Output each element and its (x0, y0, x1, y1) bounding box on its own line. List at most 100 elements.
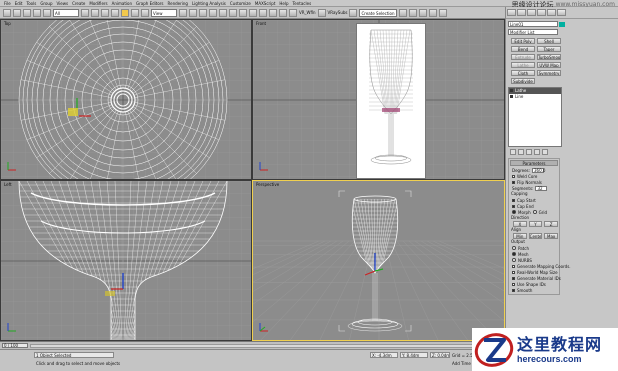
modifier-list-dropdown[interactable]: Modifier List (508, 29, 558, 35)
remove-modifier-icon[interactable] (534, 149, 540, 155)
time-slider-frame[interactable]: 0 / 100 (2, 343, 28, 348)
cap-end-checkbox[interactable] (512, 204, 515, 208)
stack-item-line[interactable]: Line (509, 94, 561, 100)
mesh-radio[interactable] (512, 252, 516, 256)
real-world-checkbox[interactable] (512, 270, 515, 274)
create-tab-icon[interactable] (507, 9, 516, 16)
grid-radio[interactable] (532, 210, 537, 214)
parameters-header[interactable]: Parameters (510, 160, 558, 166)
menu-group[interactable]: Group (40, 1, 52, 6)
cloth-button[interactable]: Cloth (511, 70, 535, 76)
rect-region-icon[interactable] (101, 8, 109, 17)
configure-sets-icon[interactable] (542, 149, 548, 155)
time-slider-track[interactable] (30, 344, 500, 348)
menu-tentacles[interactable]: Tentacles (293, 1, 312, 6)
move-icon[interactable] (121, 8, 129, 17)
x-coordinate-field[interactable]: X: -4.3dm (370, 352, 398, 358)
manipulate-icon[interactable] (189, 8, 197, 17)
real-world-row[interactable]: Real-World Map Size (510, 269, 558, 275)
unlink-icon[interactable] (33, 8, 41, 17)
use-shape-ids-checkbox[interactable] (512, 282, 515, 286)
uvw-map-button[interactable]: UVW Map (537, 62, 561, 68)
select-by-name-icon[interactable] (91, 8, 99, 17)
symmetry-button[interactable]: Symmetry (537, 70, 561, 76)
keyboard-shortcut-icon[interactable] (199, 8, 207, 17)
align-icon[interactable] (269, 8, 277, 17)
extrude-button[interactable]: Extrude (511, 54, 535, 60)
scale-icon[interactable] (141, 8, 149, 17)
turbosmooth-button[interactable]: TurboSmooth (537, 54, 561, 60)
menu-maxscript[interactable]: MAXScript (255, 1, 276, 6)
spinner-snap-icon[interactable] (239, 8, 247, 17)
percent-snap-icon[interactable] (229, 8, 237, 17)
menu-views[interactable]: Views (57, 1, 69, 6)
angle-snap-icon[interactable] (219, 8, 227, 17)
link-icon[interactable] (23, 8, 31, 17)
mirror-icon[interactable] (259, 8, 267, 17)
smooth-row[interactable]: Smooth (510, 287, 558, 293)
subdivide-button[interactable]: Subdivide (511, 78, 535, 84)
object-name-field[interactable]: Line01 (508, 21, 565, 27)
viewport-label-top[interactable]: Top (4, 21, 11, 26)
display-tab-icon[interactable] (547, 9, 556, 16)
menu-tools[interactable]: Tools (26, 1, 36, 6)
viewport-label-front[interactable]: Front (256, 21, 266, 26)
curve-editor-icon[interactable] (289, 8, 297, 17)
modify-tab-icon[interactable] (517, 9, 526, 16)
shell-button[interactable]: Shell (537, 38, 561, 44)
window-crossing-icon[interactable] (111, 8, 119, 17)
direction-y-button[interactable]: Y (528, 221, 543, 227)
pin-stack-icon[interactable] (510, 149, 516, 155)
align-max-button[interactable]: Max (544, 233, 559, 239)
menu-edit[interactable]: Edit (15, 1, 23, 6)
schematic-icon[interactable] (439, 8, 448, 17)
morph-radio[interactable] (512, 210, 516, 214)
environment-icon[interactable] (419, 8, 428, 17)
bend-button[interactable]: Bend (511, 46, 535, 52)
viewport-top[interactable]: Top (0, 19, 252, 180)
menu-rendering[interactable]: Rendering (168, 1, 188, 6)
effects-icon[interactable] (429, 8, 438, 17)
redo-icon[interactable] (13, 8, 21, 17)
viewport-left[interactable]: Left (0, 180, 252, 341)
motion-tab-icon[interactable] (537, 9, 546, 16)
menu-help[interactable]: Help (279, 1, 288, 6)
select-icon[interactable] (81, 8, 89, 17)
vray-subs-label[interactable]: VRaySubs (328, 10, 348, 15)
viewport-perspective[interactable]: Perspective (252, 180, 505, 341)
quick-render-icon[interactable] (399, 8, 408, 17)
selection-filter-dropdown[interactable]: All (53, 8, 79, 17)
reference-coord-dropdown[interactable]: View (151, 8, 177, 17)
pivot-icon[interactable] (179, 8, 187, 17)
object-color-swatch[interactable] (559, 22, 565, 27)
menu-create[interactable]: Create (72, 1, 85, 6)
menu-animation[interactable]: Animation (112, 1, 132, 6)
nurbs-radio[interactable] (512, 258, 516, 262)
direction-z-button[interactable]: Z (544, 221, 559, 227)
selection-set-dropdown[interactable]: Create Selection Set (359, 8, 398, 17)
hierarchy-tab-icon[interactable] (527, 9, 536, 16)
patch-radio[interactable] (512, 246, 516, 250)
layer-icon[interactable] (279, 8, 287, 17)
render-frame-icon[interactable] (409, 8, 418, 17)
make-unique-icon[interactable] (526, 149, 532, 155)
cap-start-checkbox[interactable] (512, 198, 515, 202)
viewport-label-left[interactable]: Left (4, 182, 12, 187)
degrees-spinner[interactable]: 360.0 (532, 167, 545, 173)
weld-core-checkbox[interactable] (512, 174, 515, 178)
menu-lighting[interactable]: Lighting Analysis (192, 1, 226, 6)
segments-spinner[interactable]: 32 (535, 185, 548, 191)
viewport-label-perspective[interactable]: Perspective (256, 182, 279, 187)
material-editor-icon[interactable] (317, 8, 326, 17)
menu-modifiers[interactable]: Modifiers (89, 1, 107, 6)
z-coordinate-field[interactable]: Z: 0.0dm (430, 352, 450, 358)
edit-poly-button[interactable]: Edit Poly (511, 38, 535, 44)
lathe-button[interactable]: Lathe (511, 62, 535, 68)
taper-button[interactable]: Taper (537, 46, 561, 52)
rotate-icon[interactable] (131, 8, 139, 17)
menu-file[interactable]: File (4, 1, 11, 6)
flip-normals-checkbox[interactable] (512, 180, 515, 184)
gen-mapping-row[interactable]: Generate Mapping Coords. (510, 263, 571, 269)
gen-material-checkbox[interactable] (512, 276, 515, 280)
gen-mapping-checkbox[interactable] (512, 264, 515, 268)
